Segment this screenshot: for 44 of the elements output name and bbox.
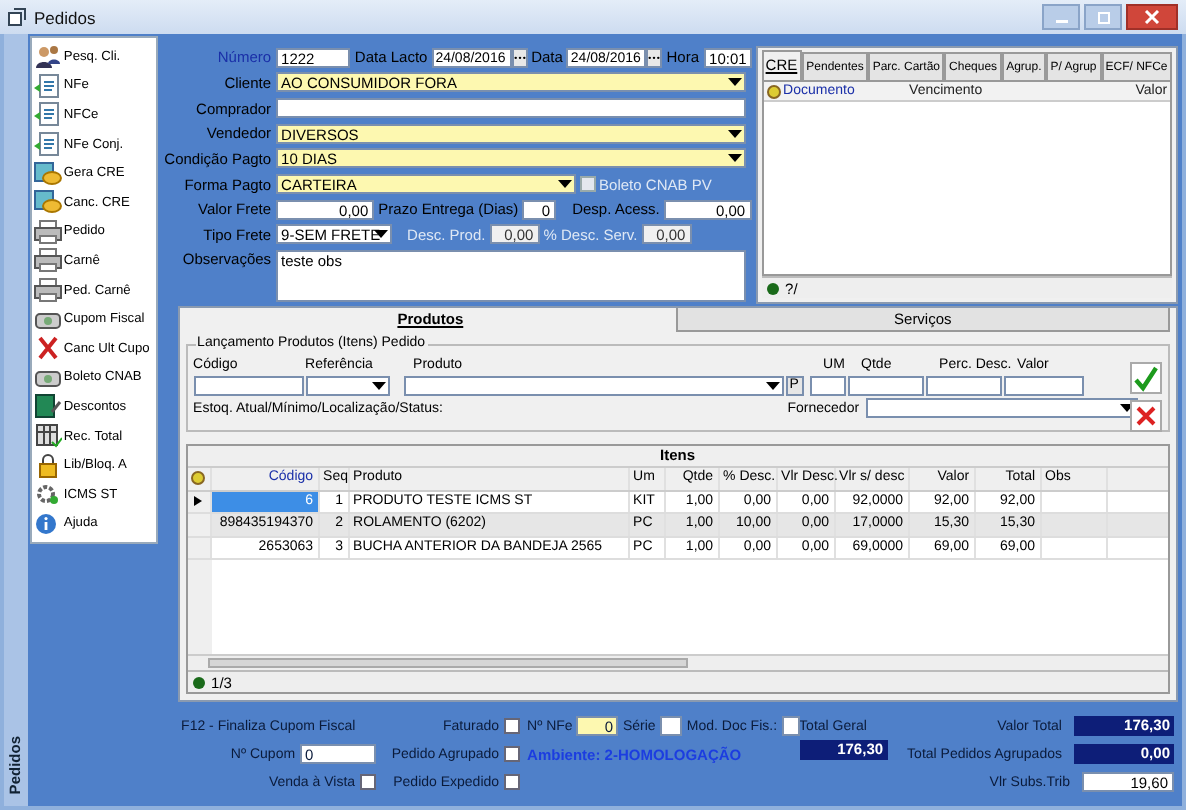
- close-button[interactable]: [1126, 4, 1178, 30]
- window-icon: [8, 8, 26, 26]
- caret-icon: [727, 78, 742, 87]
- window-title: Pedidos: [34, 7, 96, 27]
- maximize-button[interactable]: [1084, 4, 1122, 30]
- coins-icon: [33, 190, 62, 215]
- checkbox[interactable]: [503, 718, 520, 734]
- caret-icon: [371, 382, 386, 390]
- text-field[interactable]: [275, 98, 746, 119]
- caret-icon: [765, 382, 780, 390]
- caret-icon: [727, 154, 742, 163]
- status-dot-icon: [191, 675, 206, 689]
- text-field[interactable]: [847, 376, 924, 396]
- grid-icon: [33, 424, 62, 449]
- date-picker-button[interactable]: [646, 47, 663, 68]
- ellipsis-icon: [513, 54, 526, 61]
- book-icon: [33, 394, 62, 419]
- cash-icon: [33, 307, 62, 332]
- minimize-button[interactable]: [1042, 4, 1080, 30]
- row-indicator[interactable]: [187, 491, 212, 512]
- coins-icon: [33, 161, 62, 186]
- caret-icon: [727, 129, 742, 138]
- status-dot-icon: [765, 281, 780, 295]
- ellipsis-icon: [648, 54, 661, 61]
- text-field[interactable]: [193, 376, 304, 396]
- person-icon: [33, 44, 62, 69]
- padlock-icon: [33, 453, 62, 478]
- text-field[interactable]: [1003, 376, 1084, 396]
- horizontal-scrollbar[interactable]: [187, 654, 1168, 670]
- combo-box[interactable]: [305, 376, 390, 396]
- checkbox[interactable]: [503, 774, 520, 790]
- text-field[interactable]: [781, 716, 800, 736]
- checkbox[interactable]: [503, 746, 520, 762]
- cash-icon: [33, 365, 62, 390]
- check-icon[interactable]: [1130, 362, 1162, 394]
- text-field[interactable]: [809, 376, 846, 396]
- text-field[interactable]: [925, 376, 1002, 396]
- caret-icon: [557, 180, 572, 189]
- x-icon[interactable]: [1130, 400, 1162, 432]
- text-field[interactable]: [659, 716, 683, 736]
- close-icon: [1144, 10, 1160, 24]
- checkbox[interactable]: [359, 774, 376, 790]
- maximize-icon: [1095, 11, 1111, 23]
- x-icon: [33, 336, 62, 361]
